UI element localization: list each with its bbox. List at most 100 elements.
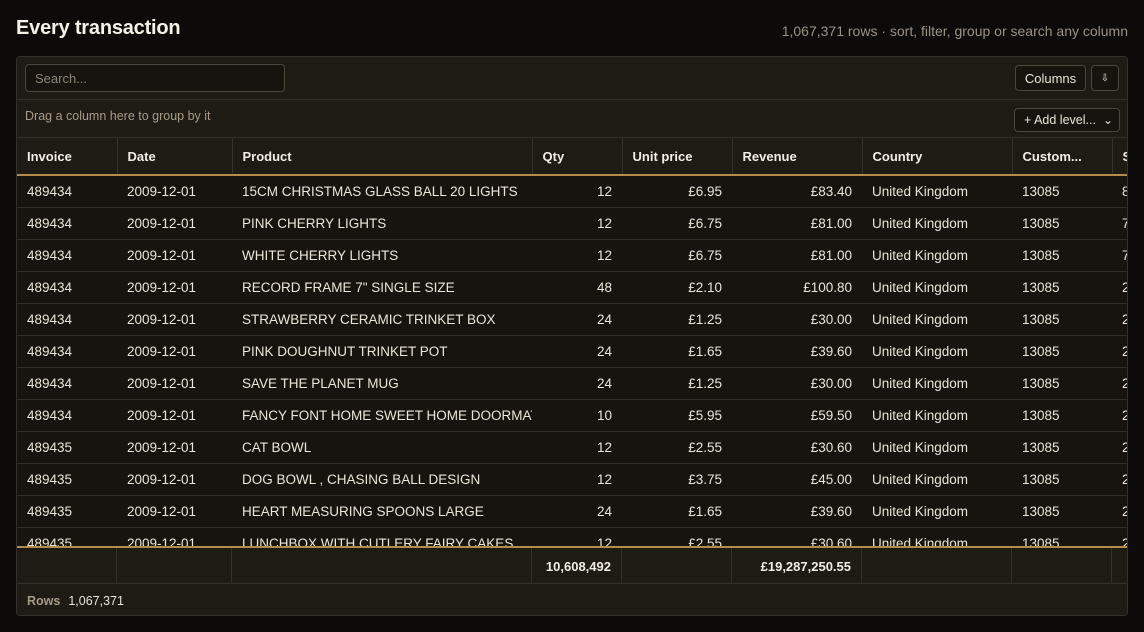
- cell-product[interactable]: RECORD FRAME 7" SINGLE SIZE: [232, 271, 532, 304]
- cell-extra[interactable]: 7: [1112, 207, 1127, 240]
- column-header-date[interactable]: Date: [117, 138, 233, 176]
- cell-product[interactable]: HEART MEASURING SPOONS LARGE: [232, 495, 532, 528]
- cell-product[interactable]: PINK CHERRY LIGHTS: [232, 207, 532, 240]
- cell-revenue[interactable]: £45.00: [732, 463, 862, 496]
- cell-country[interactable]: United Kingdom: [862, 207, 1012, 240]
- cell-qty[interactable]: 12: [532, 431, 622, 464]
- cell-customer[interactable]: 13085: [1012, 271, 1112, 304]
- column-header-unit-price[interactable]: Unit price: [622, 138, 733, 176]
- cell-extra[interactable]: 2: [1112, 527, 1127, 548]
- cell-extra[interactable]: 2: [1112, 495, 1127, 528]
- cell-revenue[interactable]: £81.00: [732, 207, 862, 240]
- table-row[interactable]: 489434 2009-12-01 FANCY FONT HOME SWEET HO…: [17, 399, 1127, 432]
- cell-invoice[interactable]: 489434: [17, 175, 117, 208]
- cell-date[interactable]: 2009-12-01: [117, 495, 232, 528]
- cell-unit-price[interactable]: £6.75: [622, 239, 732, 272]
- cell-unit-price[interactable]: £2.55: [622, 431, 732, 464]
- cell-customer[interactable]: 13085: [1012, 239, 1112, 272]
- cell-invoice[interactable]: 489435: [17, 431, 117, 464]
- table-row[interactable]: 489435 2009-12-01 LUNCHBOX WITH CUTLERY FA…: [17, 527, 1127, 548]
- cell-product[interactable]: SAVE THE PLANET MUG: [232, 367, 532, 400]
- cell-extra[interactable]: 2: [1112, 463, 1127, 496]
- cell-invoice[interactable]: 489434: [17, 239, 117, 272]
- cell-customer[interactable]: 13085: [1012, 431, 1112, 464]
- cell-customer[interactable]: 13085: [1012, 527, 1112, 548]
- columns-button[interactable]: Columns: [1015, 65, 1086, 91]
- cell-country[interactable]: United Kingdom: [862, 431, 1012, 464]
- table-viewport[interactable]: Invoice Date Product Qty Unit price Reve…: [17, 138, 1127, 548]
- cell-unit-price[interactable]: £2.55: [622, 527, 732, 548]
- cell-country[interactable]: United Kingdom: [862, 367, 1012, 400]
- cell-date[interactable]: 2009-12-01: [117, 399, 232, 432]
- cell-country[interactable]: United Kingdom: [862, 399, 1012, 432]
- cell-customer[interactable]: 13085: [1012, 335, 1112, 368]
- cell-unit-price[interactable]: £1.65: [622, 335, 732, 368]
- cell-invoice[interactable]: 489434: [17, 335, 117, 368]
- table-row[interactable]: 489434 2009-12-01 PINK CHERRY LIGHTS 12 £6.7…: [17, 207, 1127, 240]
- cell-invoice[interactable]: 489434: [17, 271, 117, 304]
- cell-revenue[interactable]: £83.40: [732, 175, 862, 208]
- cell-country[interactable]: United Kingdom: [862, 495, 1012, 528]
- cell-product[interactable]: CAT BOWL: [232, 431, 532, 464]
- column-header-country[interactable]: Country: [862, 138, 1013, 176]
- cell-unit-price[interactable]: £6.75: [622, 207, 732, 240]
- add-level-select[interactable]: + Add level... ⌄: [1014, 108, 1120, 132]
- cell-revenue[interactable]: £39.60: [732, 495, 862, 528]
- cell-customer[interactable]: 13085: [1012, 495, 1112, 528]
- cell-product[interactable]: FANCY FONT HOME SWEET HOME DOORMAT: [232, 399, 532, 432]
- cell-invoice[interactable]: 489434: [17, 399, 117, 432]
- cell-customer[interactable]: 13085: [1012, 207, 1112, 240]
- cell-qty[interactable]: 12: [532, 175, 622, 208]
- column-header-product[interactable]: Product: [232, 138, 533, 176]
- column-header-revenue[interactable]: Revenue: [732, 138, 863, 176]
- cell-date[interactable]: 2009-12-01: [117, 335, 232, 368]
- cell-extra[interactable]: 2: [1112, 303, 1127, 336]
- cell-invoice[interactable]: 489435: [17, 495, 117, 528]
- cell-extra[interactable]: 2: [1112, 431, 1127, 464]
- cell-qty[interactable]: 24: [532, 367, 622, 400]
- cell-revenue[interactable]: £59.50: [732, 399, 862, 432]
- cell-qty[interactable]: 48: [532, 271, 622, 304]
- cell-product[interactable]: DOG BOWL , CHASING BALL DESIGN: [232, 463, 532, 496]
- cell-customer[interactable]: 13085: [1012, 303, 1112, 336]
- column-header-qty[interactable]: Qty: [532, 138, 623, 176]
- table-row[interactable]: 489435 2009-12-01 CAT BOWL 12 £2.55 £30.60 Uni…: [17, 431, 1127, 464]
- cell-date[interactable]: 2009-12-01: [117, 303, 232, 336]
- group-drop-zone[interactable]: Drag a column here to group by it: [17, 100, 1127, 138]
- cell-date[interactable]: 2009-12-01: [117, 463, 232, 496]
- cell-invoice[interactable]: 489435: [17, 463, 117, 496]
- cell-product[interactable]: WHITE CHERRY LIGHTS: [232, 239, 532, 272]
- cell-unit-price[interactable]: £6.95: [622, 175, 732, 208]
- table-row[interactable]: 489434 2009-12-01 PINK DOUGHNUT TRINKET PO…: [17, 335, 1127, 368]
- cell-product[interactable]: LUNCHBOX WITH CUTLERY FAIRY CAKES: [232, 527, 532, 548]
- cell-unit-price[interactable]: £5.95: [622, 399, 732, 432]
- download-button[interactable]: ⇩: [1091, 65, 1119, 91]
- cell-invoice[interactable]: 489434: [17, 303, 117, 336]
- cell-revenue[interactable]: £81.00: [732, 239, 862, 272]
- cell-invoice[interactable]: 489434: [17, 207, 117, 240]
- cell-qty[interactable]: 12: [532, 239, 622, 272]
- cell-date[interactable]: 2009-12-01: [117, 207, 232, 240]
- cell-customer[interactable]: 13085: [1012, 399, 1112, 432]
- cell-extra[interactable]: 2: [1112, 335, 1127, 368]
- cell-date[interactable]: 2009-12-01: [117, 431, 232, 464]
- cell-revenue[interactable]: £30.60: [732, 431, 862, 464]
- table-row[interactable]: 489434 2009-12-01 RECORD FRAME 7" SINGLE S…: [17, 271, 1127, 304]
- cell-qty[interactable]: 24: [532, 495, 622, 528]
- cell-revenue[interactable]: £30.60: [732, 527, 862, 548]
- cell-revenue[interactable]: £100.80: [732, 271, 862, 304]
- cell-country[interactable]: United Kingdom: [862, 463, 1012, 496]
- cell-unit-price[interactable]: £1.65: [622, 495, 732, 528]
- cell-qty[interactable]: 12: [532, 207, 622, 240]
- column-header-customer[interactable]: Custom...: [1012, 138, 1113, 176]
- cell-extra[interactable]: 2: [1112, 271, 1127, 304]
- search-input[interactable]: [25, 64, 285, 92]
- cell-date[interactable]: 2009-12-01: [117, 367, 232, 400]
- cell-qty[interactable]: 12: [532, 463, 622, 496]
- cell-country[interactable]: United Kingdom: [862, 527, 1012, 548]
- cell-revenue[interactable]: £30.00: [732, 303, 862, 336]
- cell-country[interactable]: United Kingdom: [862, 303, 1012, 336]
- cell-date[interactable]: 2009-12-01: [117, 175, 232, 208]
- cell-country[interactable]: United Kingdom: [862, 271, 1012, 304]
- cell-date[interactable]: 2009-12-01: [117, 527, 232, 548]
